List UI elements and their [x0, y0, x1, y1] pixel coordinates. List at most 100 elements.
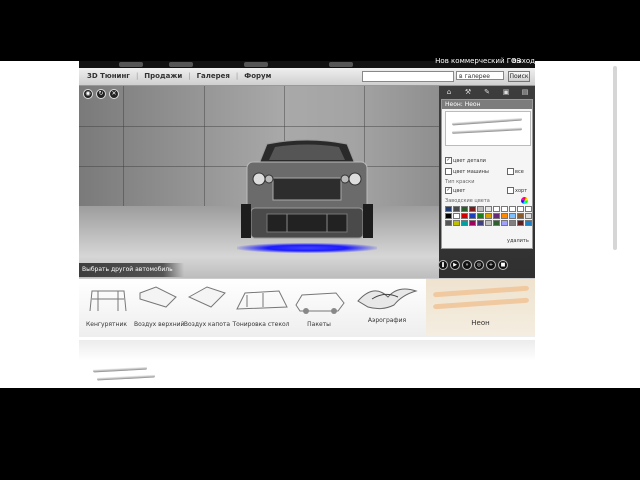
paint-type-color[interactable]: ✓ цвет — [445, 187, 465, 194]
car-thumbnail[interactable] — [244, 62, 268, 67]
color-swatch[interactable] — [509, 220, 516, 226]
color-swatch[interactable] — [525, 213, 532, 219]
color-swatch[interactable] — [509, 206, 516, 212]
image-icon[interactable]: ▣ — [500, 88, 512, 97]
bullbar-icon — [89, 290, 126, 312]
choose-car-button[interactable]: Выбрать другой автомобиль — [79, 263, 184, 277]
color-swatch[interactable] — [501, 220, 508, 226]
tools-icon[interactable]: ⚒ — [462, 88, 474, 97]
color-swatch[interactable] — [453, 213, 460, 219]
color-swatch[interactable] — [461, 206, 468, 212]
car-color-option[interactable]: цвет машины — [445, 168, 489, 175]
color-swatch[interactable] — [509, 213, 516, 219]
paint-icon[interactable]: ✎ — [481, 88, 493, 97]
home-icon[interactable]: ⌂ — [443, 88, 455, 97]
color-swatch[interactable] — [469, 206, 476, 212]
top-link[interactable]: Нов коммерческий ГОЗ — [435, 57, 521, 65]
color-swatch[interactable] — [517, 206, 524, 212]
checkbox-icon[interactable] — [507, 168, 514, 175]
parts-color-option[interactable]: ✓ цвет детали — [445, 157, 486, 164]
car-viewer[interactable]: ◉ ↻ ✕ Выбрать другой автомобиль ⌂ ⚒ ✎ ▣ … — [79, 86, 535, 278]
exit-link[interactable]: выход — [512, 57, 535, 65]
color-swatch[interactable] — [469, 220, 476, 226]
color-swatch[interactable] — [469, 213, 476, 219]
color-swatch[interactable] — [485, 213, 492, 219]
search-input[interactable] — [362, 71, 454, 82]
camera-icon[interactable]: ◉ — [83, 89, 93, 99]
search-scope-select[interactable]: в галерее — [456, 71, 504, 80]
color-swatch[interactable] — [493, 206, 500, 212]
delete-link[interactable]: удалить — [507, 238, 529, 244]
category-roof-scoop[interactable]: Воздух верхний — [134, 279, 184, 335]
color-swatch[interactable] — [445, 213, 452, 219]
color-swatch[interactable] — [461, 220, 468, 226]
paint-type-label: Тип краски — [445, 179, 475, 185]
color-swatch[interactable] — [477, 220, 484, 226]
color-swatch[interactable] — [501, 206, 508, 212]
viewer-controls: ❚ ▶ » ◎ + ■ — [438, 260, 508, 270]
target-icon[interactable]: ◎ — [474, 260, 484, 270]
hood-scoop-icon — [187, 286, 226, 308]
play-icon[interactable]: ▶ — [450, 260, 460, 270]
color-swatch[interactable] — [517, 213, 524, 219]
checkbox-icon[interactable] — [507, 187, 514, 194]
category-airbrush[interactable]: Аэрография — [348, 279, 426, 335]
save-icon[interactable]: ▤ — [519, 88, 531, 97]
color-swatch[interactable] — [517, 220, 524, 226]
nav-separator: | — [135, 72, 139, 80]
search-button[interactable]: Поиск — [508, 71, 530, 82]
zoom-icon[interactable]: + — [486, 260, 496, 270]
color-swatch[interactable] — [453, 220, 460, 226]
tuning-app: Нов коммерческий ГОЗ выход 3D Тюнинг | Пр… — [79, 57, 535, 361]
nav-bar: 3D Тюнинг | Продажи | Галерея | Форум в гал… — [79, 68, 535, 86]
neon-preview — [445, 111, 531, 146]
color-wheel-icon[interactable] — [521, 197, 528, 204]
settings-panel: ⌂ ⚒ ✎ ▣ ▤ Неон: Неон ✓ цвет детали цвет м… — [439, 86, 535, 278]
color-swatch[interactable] — [493, 220, 500, 226]
car-thumbnail[interactable] — [119, 62, 143, 67]
paint-type-other[interactable]: хорт — [507, 187, 527, 194]
category-packages[interactable]: Пакеты — [290, 279, 348, 335]
color-swatch[interactable] — [501, 213, 508, 219]
color-swatch[interactable] — [477, 206, 484, 212]
color-swatch[interactable] — [493, 213, 500, 219]
checkbox-icon[interactable] — [445, 168, 452, 175]
color-swatch[interactable] — [485, 220, 492, 226]
color-swatch[interactable] — [461, 213, 468, 219]
nav-separator: | — [188, 72, 191, 80]
neon-settings: Неон: Неон ✓ цвет детали цвет машины все … — [441, 99, 533, 249]
airbrush-icon — [357, 288, 418, 310]
car-thumbnail[interactable] — [169, 62, 193, 67]
rotate-icon[interactable]: ↻ — [96, 89, 106, 99]
category-bullbar[interactable]: Кенгурятник — [79, 279, 134, 335]
panel-tabs: ⌂ ⚒ ✎ ▣ ▤ — [443, 88, 531, 98]
category-neon[interactable]: Неон — [426, 279, 535, 335]
viewer-toolbar: ◉ ↻ ✕ — [83, 89, 119, 99]
color-swatch[interactable] — [485, 206, 492, 212]
nav-forum[interactable]: Форум — [244, 72, 271, 80]
car-model — [241, 139, 373, 239]
wrench-icon[interactable]: ✕ — [109, 89, 119, 99]
checkbox-icon[interactable]: ✓ — [445, 187, 452, 194]
color-swatch[interactable] — [477, 213, 484, 219]
lower-section — [79, 340, 535, 361]
color-swatch[interactable] — [445, 206, 452, 212]
nav-3d-tuning[interactable]: 3D Тюнинг — [87, 72, 130, 80]
color-swatch[interactable] — [453, 206, 460, 212]
car-thumbnail[interactable] — [329, 62, 353, 67]
scrollbar-thumb[interactable] — [613, 66, 617, 250]
next-icon[interactable]: » — [462, 260, 472, 270]
stop-icon[interactable]: ■ — [498, 260, 508, 270]
nav-gallery[interactable]: Галерея — [197, 72, 230, 80]
color-swatch[interactable] — [525, 206, 532, 212]
palette-label: Заводские цвета — [445, 198, 490, 204]
category-hood-scoop[interactable]: Воздух капота — [182, 279, 232, 335]
pause-icon[interactable]: ❚ — [438, 260, 448, 270]
color-swatch[interactable] — [445, 220, 452, 226]
checkbox-icon[interactable]: ✓ — [445, 157, 452, 164]
color-swatch[interactable] — [525, 220, 532, 226]
all-option[interactable]: все — [507, 168, 524, 175]
category-window-tint[interactable]: Тонировка стекол — [232, 279, 290, 335]
top-strip: Нов коммерческий ГОЗ выход — [79, 57, 535, 68]
nav-sales[interactable]: Продажи — [144, 72, 182, 80]
